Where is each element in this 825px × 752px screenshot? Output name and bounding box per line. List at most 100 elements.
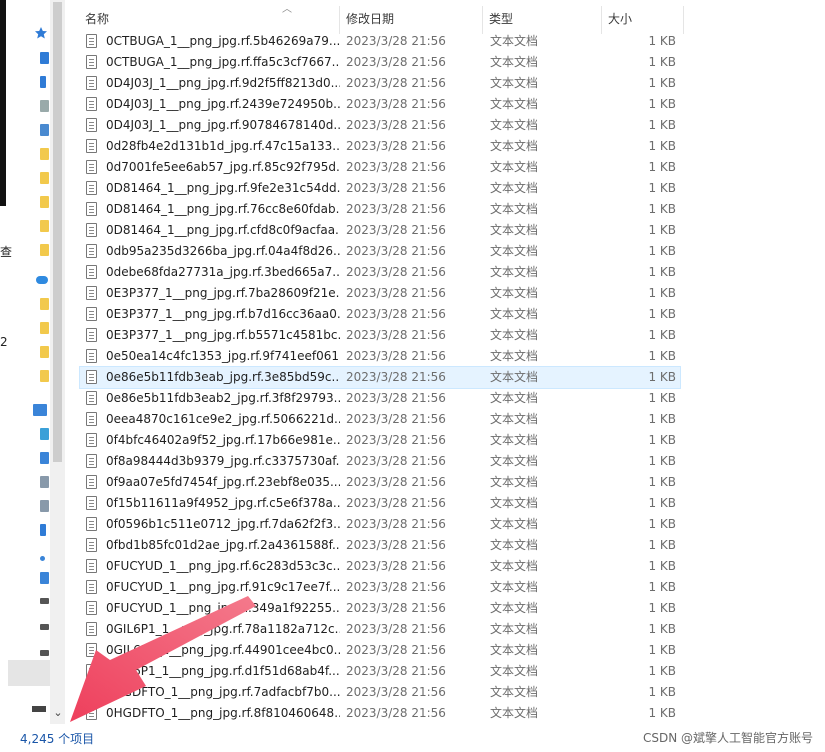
nav-selected-drive[interactable]: [8, 660, 50, 686]
file-row[interactable]: 0f4bfc46402a9f52_jpg.rf.17b66e981e... 202…: [80, 430, 680, 451]
file-row[interactable]: 0E3P377_1__png_jpg.rf.b7d16cc36aa0... 202…: [80, 304, 680, 325]
file-row[interactable]: 0e50ea14c4fc1353_jpg.rf.9f741eef061... 20…: [80, 346, 680, 367]
text-document-icon: [86, 517, 97, 531]
watermark: CSDN @斌擎人工智能官方账号: [642, 731, 813, 745]
picture-icon[interactable]: [40, 124, 49, 136]
file-row[interactable]: 0E3P377_1__png_jpg.rf.7ba28609f21e... 202…: [80, 283, 680, 304]
file-row[interactable]: 0f15b11611a9f4952_jpg.rf.c5e6f378a... 202…: [80, 493, 680, 514]
file-row[interactable]: 0D81464_1__png_jpg.rf.9fe2e31c54dd... 202…: [80, 178, 680, 199]
file-name: 0CTBUGA_1__png_jpg.rf.ffa5c3cf7667...: [106, 55, 340, 69]
text-document-icon: [86, 328, 97, 342]
folder-icon[interactable]: [40, 244, 49, 256]
file-date: 2023/3/28 21:56: [346, 349, 446, 363]
file-date: 2023/3/28 21:56: [346, 328, 446, 342]
file-name: 0f9aa07e5fd7454f_jpg.rf.23ebf8e035...: [106, 475, 340, 489]
nav-scrollbar-thumb[interactable]: [53, 2, 62, 462]
file-row[interactable]: 0CTBUGA_1__png_jpg.rf.ffa5c3cf7667... 202…: [80, 52, 680, 73]
column-header-date[interactable]: 修改日期: [339, 0, 482, 34]
file-row[interactable]: 0e86e5b11fdb3eab2_jpg.rf.3f8f29793... 202…: [80, 388, 680, 409]
file-date: 2023/3/28 21:56: [346, 391, 446, 405]
onedrive-cloud-icon[interactable]: [36, 276, 48, 284]
folder-icon[interactable]: [40, 220, 49, 232]
folder-icon[interactable]: [40, 196, 49, 208]
file-row[interactable]: 0fbd1b85fc01d2ae_jpg.rf.2a4361588f... 202…: [80, 535, 680, 556]
file-name: 0FUCYUD_1__png_jpg.rf.349a1f92255...: [106, 601, 340, 615]
file-type: 文本文档: [490, 349, 539, 363]
folder-icon[interactable]: [40, 298, 49, 310]
column-header-type[interactable]: 类型: [482, 0, 601, 34]
file-size: 1 KB: [648, 538, 676, 552]
file-type: 文本文档: [490, 496, 539, 510]
file-row[interactable]: 0e86e5b11fdb3eab_jpg.rf.3e85bd59c... 2023…: [79, 366, 681, 389]
folder-icon[interactable]: [40, 370, 49, 382]
drive-icon[interactable]: [32, 706, 46, 712]
file-row[interactable]: 0D4J03J_1__png_jpg.rf.2439e724950b... 202…: [80, 94, 680, 115]
file-date: 2023/3/28 21:56: [346, 265, 446, 279]
file-name: 0E3P377_1__png_jpg.rf.b5571c4581bc...: [106, 328, 340, 342]
folder-icon[interactable]: [40, 346, 49, 358]
3d-objects-icon[interactable]: [40, 428, 49, 440]
file-row[interactable]: 0db95a235d3266ba_jpg.rf.04a4f8d26... 2023…: [80, 241, 680, 262]
file-size: 1 KB: [648, 349, 676, 363]
file-row[interactable]: 0GIL6P1_1__png_jpg.rf.d1f51d68ab4f... 202…: [80, 661, 680, 682]
nav-scrollbar[interactable]: ⌄: [50, 0, 65, 724]
file-row[interactable]: 0d28fb4e2d131b1d_jpg.rf.47c15a133... 2023…: [80, 136, 680, 157]
file-size: 1 KB: [648, 328, 676, 342]
video-icon[interactable]: [40, 452, 49, 464]
star-icon[interactable]: [34, 26, 48, 40]
drive-icon[interactable]: [40, 598, 49, 604]
file-type: 文本文档: [490, 391, 539, 405]
column-divider[interactable]: [683, 6, 684, 34]
downloads-icon[interactable]: [40, 524, 46, 536]
desktop-icon[interactable]: [40, 52, 49, 64]
file-row[interactable]: 0eea4870c161ce9e2_jpg.rf.5066221d... 2023…: [80, 409, 680, 430]
column-header-name[interactable]: 名称: [78, 0, 339, 34]
file-row[interactable]: 0FUCYUD_1__png_jpg.rf.349a1f92255... 2023…: [80, 598, 680, 619]
drive-icon[interactable]: [40, 650, 49, 656]
text-document-icon: [86, 391, 97, 405]
folder-icon[interactable]: [40, 322, 49, 334]
file-size: 1 KB: [648, 664, 676, 678]
file-row[interactable]: 0GIL6P1_1__png_jpg.rf.78a1182a712c... 202…: [80, 619, 680, 640]
drive-icon[interactable]: [40, 624, 49, 630]
file-row[interactable]: 0CTBUGA_1__png_jpg.rf.5b46269a79... 2023/…: [80, 31, 680, 52]
file-row[interactable]: 0f0596b1c511e0712_jpg.rf.7da62f2f3... 202…: [80, 514, 680, 535]
file-row[interactable]: 0E3P377_1__png_jpg.rf.b5571c4581bc... 202…: [80, 325, 680, 346]
download-icon[interactable]: [40, 76, 46, 88]
file-row[interactable]: 0debe68fda27731a_jpg.rf.3bed665a7... 2023…: [80, 262, 680, 283]
file-row[interactable]: 0D81464_1__png_jpg.rf.cfd8c0f9acfaa... 20…: [80, 220, 680, 241]
file-date: 2023/3/28 21:56: [346, 580, 446, 594]
file-row[interactable]: 0D4J03J_1__png_jpg.rf.90784678140d... 202…: [80, 115, 680, 136]
documents-icon[interactable]: [40, 500, 49, 512]
scroll-down-icon[interactable]: ⌄: [52, 706, 64, 719]
file-row[interactable]: 0HGDFTO_1__png_jpg.rf.8f810460648... 2023…: [80, 703, 680, 724]
file-name: 0f4bfc46402a9f52_jpg.rf.17b66e981e...: [106, 433, 340, 447]
file-row[interactable]: 0GIL6P1_1__png_jpg.rf.44901cee4bc0... 202…: [80, 640, 680, 661]
file-row[interactable]: 0D4J03J_1__png_jpg.rf.9d2f5ff8213d0... 20…: [80, 73, 680, 94]
this-pc-icon[interactable]: [33, 404, 47, 416]
file-row[interactable]: 0FUCYUD_1__png_jpg.rf.6c283d53c3c... 2023…: [80, 556, 680, 577]
file-row[interactable]: 0D81464_1__png_jpg.rf.76cc8e60fdab... 202…: [80, 199, 680, 220]
text-document-icon: [86, 559, 97, 573]
column-header-size[interactable]: 大小: [601, 0, 683, 34]
file-type: 文本文档: [490, 244, 539, 258]
file-name: 0D81464_1__png_jpg.rf.76cc8e60fdab...: [106, 202, 340, 216]
file-name: 0E3P377_1__png_jpg.rf.b7d16cc36aa0...: [106, 307, 340, 321]
music-icon[interactable]: [40, 556, 45, 561]
folder-icon[interactable]: [40, 172, 49, 184]
folder-icon[interactable]: [40, 148, 49, 160]
file-row[interactable]: 0f9aa07e5fd7454f_jpg.rf.23ebf8e035... 202…: [80, 472, 680, 493]
file-type: 文本文档: [490, 265, 539, 279]
desktop-folder-icon[interactable]: [40, 572, 49, 584]
file-type: 文本文档: [490, 601, 539, 615]
document-icon[interactable]: [40, 100, 49, 112]
text-document-icon: [86, 412, 97, 426]
file-row[interactable]: 0FUCYUD_1__png_jpg.rf.91c9c17ee7f... 2023…: [80, 577, 680, 598]
file-row[interactable]: 0d7001fe5ee6ab57_jpg.rf.85c92f795d... 202…: [80, 157, 680, 178]
file-date: 2023/3/28 21:56: [346, 706, 446, 720]
file-row[interactable]: 0f8a98444d3b9379_jpg.rf.c3375730af... 202…: [80, 451, 680, 472]
file-row[interactable]: 0HGDFTO_1__png_jpg.rf.7adfacbf7b0... 2023…: [80, 682, 680, 703]
file-name: 0debe68fda27731a_jpg.rf.3bed665a7...: [106, 265, 340, 279]
pictures-icon[interactable]: [40, 476, 49, 488]
file-type: 文本文档: [490, 643, 539, 657]
